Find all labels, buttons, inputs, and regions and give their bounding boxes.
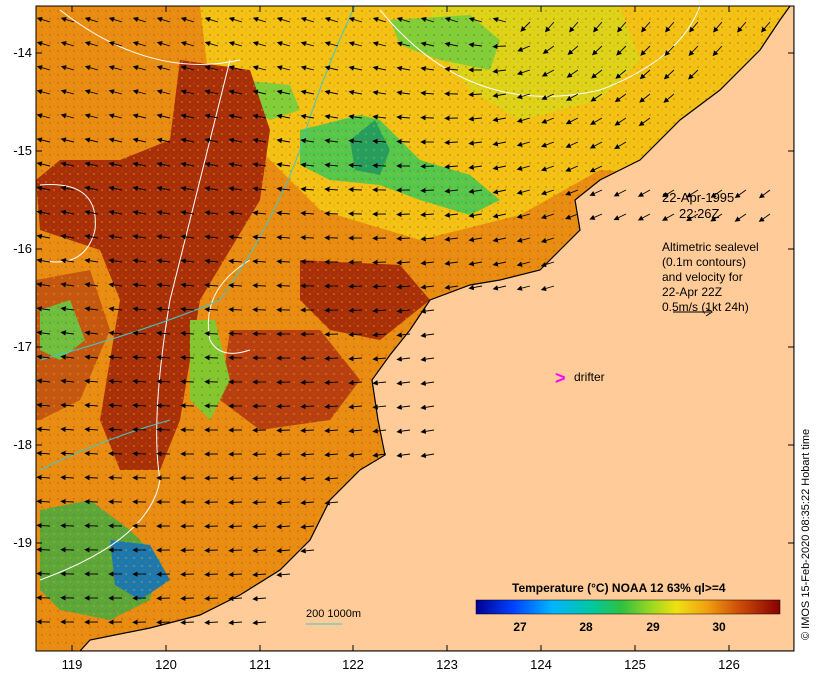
credit-text: © IMOS 15-Feb-2020 08:35:22 Hobart time bbox=[800, 428, 812, 640]
legend-line-3: and velocity for bbox=[662, 270, 743, 284]
velocity-arrow bbox=[300, 234, 315, 241]
legend-line-2: (0.1m contours) bbox=[662, 255, 747, 269]
velocity-arrow bbox=[228, 330, 243, 337]
lat-label-16: -16 bbox=[13, 241, 32, 256]
colorbar bbox=[475, 599, 781, 615]
lon-label-122: 122 bbox=[342, 657, 364, 672]
velocity-arrow bbox=[204, 354, 219, 361]
velocity-arrow bbox=[60, 498, 75, 505]
drifter-marker: > bbox=[555, 368, 566, 388]
velocity-arrow bbox=[228, 306, 243, 313]
legend-line-1: Altimetric sealevel bbox=[662, 240, 759, 254]
velocity-arrow bbox=[180, 595, 195, 602]
observation-date: 22-Apr-1995 bbox=[662, 190, 735, 205]
velocity-arrow bbox=[276, 258, 291, 265]
lon-label-119: 119 bbox=[61, 657, 83, 672]
velocity-arrow bbox=[348, 186, 363, 193]
velocity-arrow bbox=[204, 595, 219, 602]
colorbar-tick-29: 29 bbox=[646, 620, 660, 634]
colorbar-title: Temperature (°C) NOAA 12 63% ql>=4 bbox=[512, 581, 726, 595]
reference-arrow-icon bbox=[673, 307, 713, 317]
lon-label-123: 123 bbox=[436, 657, 458, 672]
velocity-arrow bbox=[348, 307, 363, 314]
velocity-arrow bbox=[36, 522, 51, 529]
velocity-arrow bbox=[252, 282, 267, 289]
sealevel-legend: Altimetric sealevel (0.1m contours) and … bbox=[662, 240, 759, 315]
velocity-arrow bbox=[324, 355, 339, 362]
velocity-arrow bbox=[228, 547, 243, 554]
velocity-arrow bbox=[276, 451, 291, 458]
velocity-arrow bbox=[180, 619, 195, 626]
velocity-arrow bbox=[228, 499, 243, 506]
velocity-arrow bbox=[300, 379, 315, 386]
velocity-arrow bbox=[180, 378, 195, 385]
lon-label-125: 125 bbox=[624, 657, 646, 672]
colorbar-tick-30: 30 bbox=[712, 620, 726, 634]
lat-label-18: -18 bbox=[13, 437, 32, 452]
lon-label-126: 126 bbox=[718, 657, 740, 672]
velocity-arrow bbox=[252, 475, 267, 482]
colorbar-tick-28: 28 bbox=[579, 620, 593, 634]
colorbar-tick-27: 27 bbox=[513, 620, 527, 634]
depth-legend-label: 200 1000m bbox=[306, 608, 362, 620]
lon-label-124: 124 bbox=[530, 657, 552, 672]
velocity-arrow bbox=[252, 499, 267, 506]
velocity-arrow bbox=[108, 450, 123, 457]
velocity-arrow bbox=[228, 523, 243, 530]
drifter-label: drifter bbox=[574, 370, 605, 384]
velocity-arrow bbox=[36, 546, 51, 553]
velocity-arrow bbox=[180, 354, 195, 361]
velocity-arrow bbox=[84, 474, 99, 481]
velocity-arrow bbox=[204, 330, 219, 337]
velocity-arrow bbox=[132, 426, 147, 433]
lat-label-14: -14 bbox=[13, 45, 32, 60]
lon-label-121: 121 bbox=[249, 657, 271, 672]
sst-map: > bbox=[35, 5, 795, 652]
velocity-arrow bbox=[204, 571, 219, 578]
velocity-arrow bbox=[372, 162, 387, 169]
map-plot-area: > bbox=[36, 6, 794, 651]
velocity-arrow bbox=[156, 402, 171, 409]
velocity-arrow bbox=[204, 547, 219, 554]
velocity-arrow bbox=[396, 211, 411, 218]
lat-label-19: -19 bbox=[13, 535, 32, 550]
velocity-arrow bbox=[492, 43, 507, 50]
lat-label-17: -17 bbox=[13, 339, 32, 354]
velocity-arrow bbox=[372, 259, 387, 266]
velocity-arrow bbox=[396, 138, 411, 145]
lat-label-15: -15 bbox=[13, 143, 32, 158]
velocity-arrow bbox=[276, 427, 291, 434]
legend-line-4: 22-Apr 22Z bbox=[662, 285, 723, 299]
velocity-arrow bbox=[324, 210, 339, 217]
observation-time: 22:26Z bbox=[679, 206, 720, 221]
lon-label-120: 120 bbox=[155, 657, 177, 672]
velocity-arrow bbox=[300, 403, 315, 410]
